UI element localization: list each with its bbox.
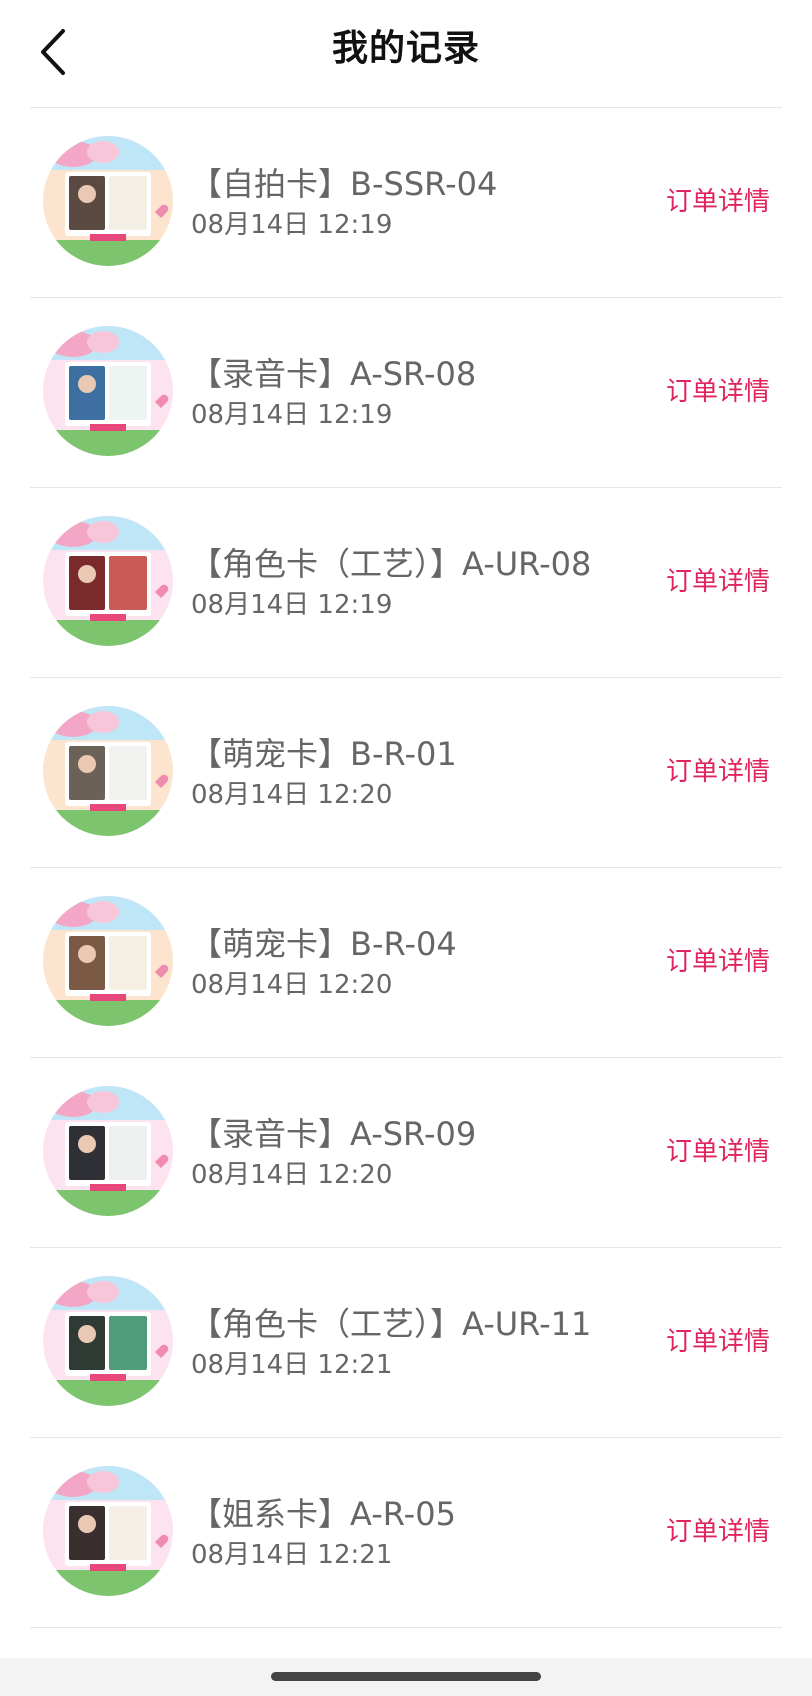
thumbnail-image xyxy=(43,1466,173,1596)
record-row: 【萌宠卡】B-R-04 08月14日 12:20 订单详情 xyxy=(30,868,782,1058)
record-thumbnail xyxy=(43,1276,173,1406)
record-time: 08月14日 12:19 xyxy=(191,210,393,240)
record-thumbnail xyxy=(43,1466,173,1596)
record-thumbnail xyxy=(43,326,173,456)
record-title: 【录音卡】A-SR-08 xyxy=(190,355,477,393)
record-title: 【录音卡】A-SR-09 xyxy=(190,1115,477,1153)
record-thumbnail xyxy=(43,706,173,836)
record-row: 【录音卡】A-SR-09 08月14日 12:20 订单详情 xyxy=(30,1058,782,1248)
record-time: 08月14日 12:20 xyxy=(191,780,393,810)
order-detail-link[interactable]: 订单详情 xyxy=(666,1324,770,1360)
thumbnail-image xyxy=(43,326,173,456)
order-detail-link[interactable]: 订单详情 xyxy=(666,1134,770,1170)
record-time: 08月14日 12:19 xyxy=(191,400,393,430)
record-row: 【角色卡（工艺）】A-UR-11 08月14日 12:21 订单详情 xyxy=(30,1248,782,1438)
record-title: 【萌宠卡】B-R-04 xyxy=(190,925,457,963)
record-thumbnail xyxy=(43,896,173,1026)
order-detail-link[interactable]: 订单详情 xyxy=(666,374,770,410)
record-time: 08月14日 12:20 xyxy=(191,970,393,1000)
order-detail-link[interactable]: 订单详情 xyxy=(666,944,770,980)
record-time: 08月14日 12:20 xyxy=(191,1160,393,1190)
record-row: 【自拍卡】B-SSR-04 08月14日 12:19 订单详情 xyxy=(30,108,782,298)
record-title: 【角色卡（工艺）】A-UR-11 xyxy=(190,1305,592,1343)
page-title: 我的记录 xyxy=(331,28,480,69)
record-row: 【萌宠卡】B-R-01 08月14日 12:20 订单详情 xyxy=(30,678,782,868)
thumbnail-image xyxy=(43,896,173,1026)
record-title: 【自拍卡】B-SSR-04 xyxy=(190,165,498,203)
record-title: 【姐系卡】A-R-05 xyxy=(190,1495,456,1533)
thumbnail-image xyxy=(43,516,173,646)
thumbnail-image xyxy=(43,136,173,266)
record-row: 【录音卡】A-SR-08 08月14日 12:19 订单详情 xyxy=(30,298,782,488)
record-thumbnail xyxy=(43,516,173,646)
record-thumbnail xyxy=(43,136,173,266)
order-detail-link[interactable]: 订单详情 xyxy=(666,754,770,790)
record-row: 【角色卡（工艺）】A-UR-08 08月14日 12:19 订单详情 xyxy=(30,488,782,678)
thumbnail-image xyxy=(43,1086,173,1216)
record-title: 【萌宠卡】B-R-01 xyxy=(190,735,457,773)
record-title: 【角色卡（工艺）】A-UR-08 xyxy=(190,545,592,583)
home-indicator-area xyxy=(0,1658,812,1696)
record-row: 【姐系卡】A-R-05 08月14日 12:21 订单详情 xyxy=(30,1438,782,1628)
record-time: 08月14日 12:19 xyxy=(191,590,393,620)
record-time: 08月14日 12:21 xyxy=(191,1350,393,1380)
record-time: 08月14日 12:21 xyxy=(191,1540,393,1570)
thumbnail-image xyxy=(43,706,173,836)
header-bar: 我的记录 xyxy=(0,0,812,107)
order-detail-link[interactable]: 订单详情 xyxy=(666,184,770,220)
order-detail-link[interactable]: 订单详情 xyxy=(666,1514,770,1550)
order-detail-link[interactable]: 订单详情 xyxy=(666,564,770,600)
home-indicator[interactable] xyxy=(271,1672,541,1681)
thumbnail-image xyxy=(43,1276,173,1406)
record-thumbnail xyxy=(43,1086,173,1216)
record-list: 【自拍卡】B-SSR-04 08月14日 12:19 订单详情 【录音卡】A-SR-0… xyxy=(30,107,782,1628)
